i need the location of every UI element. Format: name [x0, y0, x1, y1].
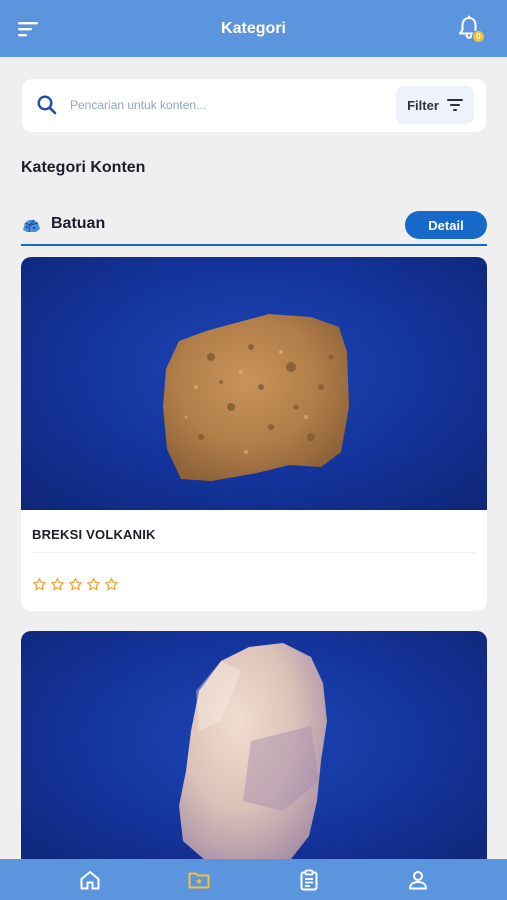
clipboard-icon	[300, 869, 318, 891]
menu-icon[interactable]	[18, 20, 40, 38]
card-title: BREKSI VOLKANIK	[32, 527, 156, 542]
bottom-navigation	[0, 859, 507, 900]
nav-home[interactable]	[78, 868, 102, 892]
category-name: Batuan	[51, 215, 106, 232]
home-icon	[80, 871, 100, 890]
rock-image	[21, 257, 487, 510]
rating-stars	[32, 577, 119, 592]
content-card[interactable]	[21, 631, 487, 871]
filter-icon	[446, 99, 463, 111]
filter-label: Filter	[407, 97, 439, 113]
star-icon[interactable]	[50, 577, 65, 592]
rock-image	[21, 631, 487, 871]
notification-button[interactable]: 0	[457, 15, 485, 43]
search-input[interactable]	[70, 91, 390, 119]
notification-badge: 0	[472, 30, 485, 43]
nav-category[interactable]	[187, 868, 211, 892]
star-icon[interactable]	[32, 577, 47, 592]
search-bar: Filter	[22, 79, 486, 132]
star-icon[interactable]	[68, 577, 83, 592]
rock-icon	[23, 219, 40, 233]
category-folder-icon	[188, 872, 210, 889]
nav-tasks[interactable]	[297, 868, 321, 892]
filter-button[interactable]: Filter	[396, 86, 474, 124]
card-divider	[32, 552, 476, 553]
app-bar: Kategori 0	[0, 0, 507, 57]
profile-icon	[409, 871, 427, 890]
section-title: Kategori Konten	[21, 159, 146, 176]
star-icon[interactable]	[86, 577, 101, 592]
nav-profile[interactable]	[406, 868, 430, 892]
search-icon	[37, 95, 57, 115]
category-divider	[21, 244, 487, 246]
page-title: Kategori	[221, 19, 286, 37]
content-card[interactable]: BREKSI VOLKANIK	[21, 257, 487, 611]
category-header: Batuan Detail	[21, 210, 487, 246]
star-icon[interactable]	[104, 577, 119, 592]
detail-button[interactable]: Detail	[405, 211, 487, 239]
